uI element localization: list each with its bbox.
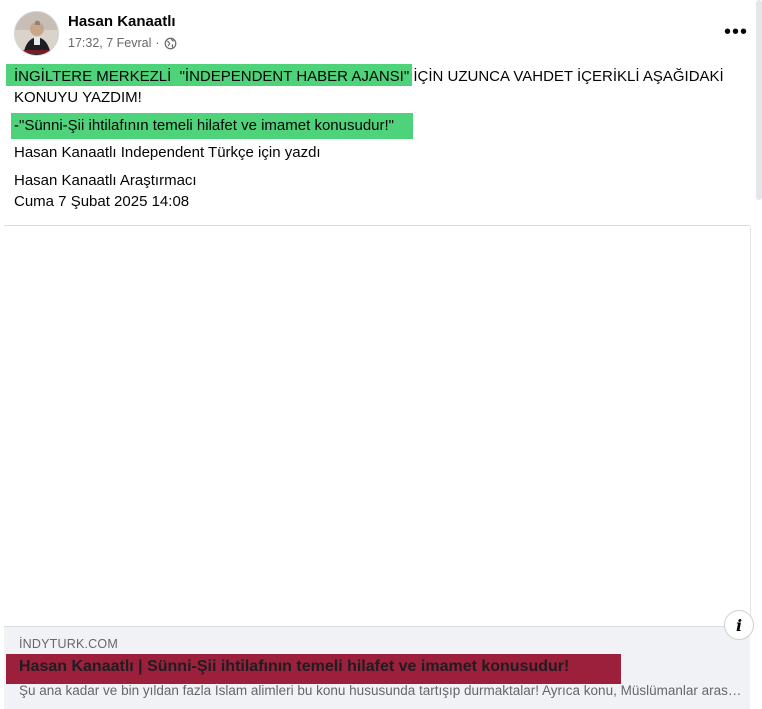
post-meta: 17:32, 7 Fevral · [68,36,177,50]
author-name[interactable]: Hasan Kanaatlı [68,13,176,30]
meta-separator: · [155,36,160,50]
link-preview-card[interactable]: İNDYTURK.COM Hasan Kanaatlı | Sünni-Şii … [4,626,750,709]
post-text-line2: -"Sünni-Şii ihtilafının temeli hilafet v… [14,117,394,134]
author-avatar[interactable] [14,11,59,56]
post-text-highlighted: İNGİLTERE MERKEZLİ "İNDEPENDENT HABER AJ… [14,68,444,85]
link-description: Şu ana kadar ve bin yıldan fazla İslam a… [19,683,744,698]
more-options-icon[interactable]: ••• [724,22,748,42]
link-preview-image[interactable] [4,226,750,626]
info-icon[interactable]: i [724,610,754,640]
post-timestamp[interactable]: 17:32, 7 Fevral [68,36,151,50]
globe-icon[interactable] [164,37,177,50]
link-domain: İNDYTURK.COM [19,637,118,651]
media-border [750,226,751,626]
post-text-line5: Cuma 7 Şubat 2025 14:08 [14,193,190,210]
post-text-line3: Hasan Kanaatlı Independent Türkçe için y… [14,144,321,161]
avatar-image [15,12,58,55]
facebook-post: Hasan Kanaatlı 17:32, 7 Fevral · ••• İNG… [0,0,762,709]
post-text-line4: Hasan Kanaatlı Araştırmacı [14,172,197,189]
scrollbar[interactable] [756,0,762,200]
post-text-line1: İNGİLTERE MERKEZLİ "İNDEPENDENT HABER AJ… [14,66,750,108]
link-title[interactable]: Hasan Kanaatlı | Sünni-Şii ihtilafının t… [19,658,569,676]
